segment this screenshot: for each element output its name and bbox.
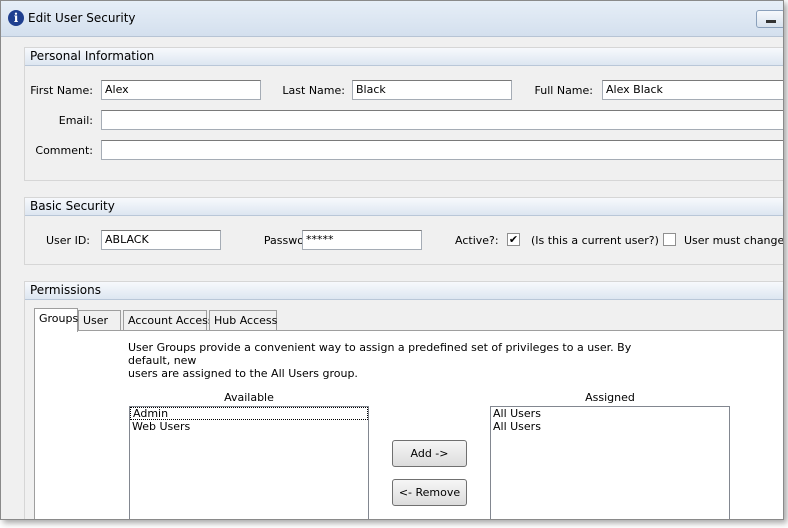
groups-tab-content: User Groups provide a convenient way to … bbox=[34, 330, 783, 519]
tab-account-access[interactable]: Account Access bbox=[123, 310, 214, 330]
minimize-icon bbox=[766, 20, 776, 23]
checkmark-icon: ✔ bbox=[508, 233, 519, 246]
list-item-assigned[interactable]: All Users bbox=[491, 420, 729, 433]
must-change-password-checkbox[interactable] bbox=[663, 233, 676, 246]
tab-groups[interactable]: Groups bbox=[34, 308, 78, 332]
edit-user-security-window: i Edit User Security Personal Informatio… bbox=[0, 0, 784, 520]
user-id-field[interactable]: ABLACK bbox=[101, 230, 221, 250]
groups-description: User Groups provide a convenient way to … bbox=[128, 341, 658, 380]
panel-header-security: Basic Security bbox=[25, 198, 783, 216]
personal-information-panel: Personal Information First Name: Alex La… bbox=[24, 47, 783, 181]
first-name-label: First Name: bbox=[30, 84, 93, 97]
password-field[interactable]: ***** bbox=[302, 230, 422, 250]
title-bar[interactable]: i Edit User Security bbox=[1, 1, 783, 37]
email-label: Email: bbox=[58, 114, 93, 127]
available-header: Available bbox=[224, 391, 274, 404]
basic-security-panel: Basic Security User ID: ABLACK Password:… bbox=[24, 197, 784, 265]
active-hint: (Is this a current user?) bbox=[531, 234, 659, 247]
list-item-available[interactable]: Web Users bbox=[130, 420, 368, 433]
email-field[interactable] bbox=[101, 110, 783, 130]
minimize-button[interactable] bbox=[756, 10, 783, 28]
add-button[interactable]: Add -> bbox=[392, 440, 467, 467]
list-item-available[interactable]: Admin bbox=[130, 407, 368, 420]
permissions-panel: Permissions Groups User Account Access H… bbox=[24, 281, 783, 519]
assigned-header: Assigned bbox=[585, 391, 635, 404]
window-title: Edit User Security bbox=[28, 11, 136, 25]
available-groups-list[interactable]: Admin Web Users bbox=[129, 406, 369, 519]
tab-user[interactable]: User bbox=[78, 310, 121, 330]
last-name-label: Last Name: bbox=[282, 84, 345, 97]
panel-header-personal: Personal Information bbox=[25, 48, 783, 66]
remove-button[interactable]: <- Remove bbox=[392, 479, 467, 506]
comment-label: Comment: bbox=[35, 144, 93, 157]
full-name-field[interactable]: Alex Black bbox=[602, 80, 783, 100]
list-item-assigned[interactable]: All Users bbox=[491, 407, 729, 420]
comment-field[interactable] bbox=[101, 140, 783, 160]
assigned-groups-list[interactable]: All Users All Users bbox=[490, 406, 730, 519]
groups-description-line-2: users are assigned to the All Users grou… bbox=[128, 367, 358, 380]
panel-header-permissions: Permissions bbox=[25, 282, 783, 300]
info-icon: i bbox=[8, 10, 24, 26]
groups-description-line-1: User Groups provide a convenient way to … bbox=[128, 341, 632, 367]
first-name-field[interactable]: Alex bbox=[101, 80, 261, 100]
must-change-password-label: User must change pa bbox=[684, 234, 784, 247]
full-name-label: Full Name: bbox=[534, 84, 593, 97]
active-checkbox[interactable]: ✔ bbox=[507, 233, 520, 246]
tab-hub-access[interactable]: Hub Access bbox=[209, 310, 277, 330]
active-label: Active?: bbox=[455, 234, 499, 247]
user-id-label: User ID: bbox=[46, 234, 90, 247]
last-name-field[interactable]: Black bbox=[352, 80, 512, 100]
